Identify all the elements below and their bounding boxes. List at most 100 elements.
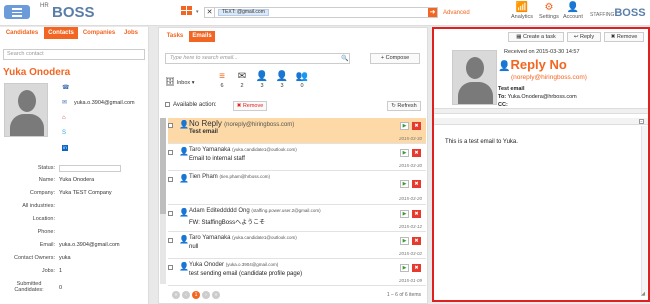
email-row[interactable]: 👤 Taro Yamanaka (yuka.candidate1@outlook… [168,145,426,171]
row-checkbox[interactable] [168,150,173,155]
hrboss-logo[interactable]: HR BOSS [40,3,95,21]
first-page-button[interactable]: « [172,291,180,299]
email-date: 2015-03-12 [398,224,422,229]
body-toolbar: − [434,118,648,125]
field-label: Submitted Candidates: [14,281,44,293]
field-value[interactable]: 1 [59,268,62,274]
delete-email-button[interactable]: ✖ [412,122,421,130]
search-filter-tag[interactable]: TEXT: @gmail.com [218,9,269,16]
delete-email-button[interactable]: ✖ [412,210,421,218]
tab-companies[interactable]: Companies [80,27,118,39]
next-page-button[interactable]: › [202,291,210,299]
splitter[interactable] [434,108,648,114]
delete-email-button[interactable]: ✖ [412,180,421,188]
refresh-button[interactable]: ↻ Refresh [387,101,421,111]
stat-contacts[interactable]: 👤 3 [274,71,290,89]
delete-email-button[interactable]: ✖ [412,149,421,157]
search-submit-button[interactable]: ➜ [428,8,437,17]
inbox-icon: 🗄 [165,77,176,86]
create-task-button[interactable]: ▦ Create a task [508,32,564,42]
avatar [4,83,48,137]
skype-icon[interactable]: S [62,130,68,136]
brand-prefix: STAFFING [590,12,615,18]
account-button[interactable]: 👤 Account [563,2,583,20]
home-icon[interactable]: ⌂ [62,115,68,121]
delete-email-button[interactable]: ✖ [412,264,421,272]
open-email-button[interactable]: ▶ [400,180,409,188]
remove-button[interactable]: ✖ Remove [233,101,267,111]
last-page-button[interactable]: » [212,291,220,299]
detail-scrollbar[interactable] [641,126,647,296]
email-icon[interactable]: ✉ [62,100,68,106]
field-value[interactable]: Yuka TEST Company [59,190,112,196]
from-address: (yuka.candidate1@outlook.com) [232,147,297,152]
analytics-button[interactable]: 📶 Analytics [511,2,533,20]
analytics-label: Analytics [511,14,534,20]
email-row[interactable]: 👤 Taro Yamanaka (yuka.candidate1@outlook… [168,233,426,259]
tab-contacts[interactable]: Contacts [44,27,78,39]
apps-grid-button[interactable] [181,6,195,18]
prev-page-button[interactable]: ‹ [182,291,190,299]
field-label: Status: [37,165,55,171]
row-checkbox[interactable] [168,123,173,128]
row-checkbox[interactable] [168,177,173,182]
settings-label: Settings [539,14,559,20]
stat-users[interactable]: 👥 0 [294,71,310,89]
collapse-icon[interactable]: − [639,119,644,124]
field-owners: Contact Owners: yuka [0,255,149,264]
tab-candidates[interactable]: Candidates [3,27,41,39]
row-checkbox[interactable] [168,238,173,243]
email-row[interactable]: 👤 Yuka Onoder (yuka.o.3904@gmail.com) te… [168,260,426,286]
status-select[interactable] [59,165,121,172]
contact-email[interactable]: yuka.o.3904@gmail.com [74,100,135,106]
email-row[interactable]: 👤 Tien Pham (tien.pham@hrboss.com) ▶ ✖ 2… [168,172,426,205]
sender-address[interactable]: (noreply@hiringboss.com) [511,74,587,81]
email-search-input[interactable]: Type here to search email... [165,53,350,64]
resize-handle-icon[interactable]: ◢ [641,291,645,297]
stat-count: 2 [240,83,244,89]
settings-button[interactable]: ⚙ Settings [539,2,559,20]
email-subject: test sending email (candidate profile pa… [189,271,303,277]
tab-emails[interactable]: Emails [189,31,215,42]
email-row[interactable]: 👤 Adam Editeddddd Ong (staffing.power.us… [168,206,426,232]
grid-dropdown-icon[interactable]: ▾ [196,9,199,15]
row-checkbox[interactable] [168,211,173,216]
reply-button[interactable]: ↩ Reply [567,32,601,42]
phone-icon[interactable]: ☎ [62,85,69,91]
linkedin-icon[interactable]: in [62,145,68,151]
page-1-button[interactable]: 1 [192,291,200,299]
select-all-checkbox[interactable] [165,102,170,107]
email-row[interactable]: 👤 No Reply (noreply@hiringboss.com) Test… [168,118,426,144]
brand-main: BOSS [614,7,646,19]
delete-email-button[interactable]: ✖ [412,237,421,245]
field-value[interactable]: 0 [59,285,62,291]
search-icon[interactable]: 🔍 [341,55,348,62]
sender-icon: 👤 [179,208,189,217]
contact-search-input[interactable]: Search contact [3,49,145,60]
email-from: Adam Editeddddd Ong (staffing.power.user… [189,208,321,214]
stat-all[interactable]: ≡ 6 [214,71,230,89]
sender-icon: 👤 [179,235,189,244]
tab-jobs[interactable]: Jobs [120,27,142,39]
detail-remove-button[interactable]: ✖ Remove [604,32,644,42]
open-email-button[interactable]: ▶ [400,122,409,130]
field-value[interactable]: yuka.o.3904@gmail.com [59,242,120,248]
compose-button[interactable]: + Compose [370,53,420,64]
inbox-dropdown[interactable]: 🗄 Inbox ▾ [165,75,203,89]
create-task-label: Create a task [523,34,556,40]
menu-button[interactable] [4,5,30,19]
clear-search-icon[interactable]: ✕ [205,8,215,17]
tab-tasks[interactable]: Tasks [163,31,187,42]
open-email-button[interactable]: ▶ [400,264,409,272]
row-checkbox[interactable] [168,265,173,270]
open-email-button[interactable]: ▶ [400,149,409,157]
open-email-button[interactable]: ▶ [400,210,409,218]
email-list-scrollbar[interactable] [160,118,166,284]
stat-candidates[interactable]: 👤 3 [254,71,270,89]
stat-count: 6 [220,83,224,89]
global-search-bar[interactable]: ✕ TEXT: @gmail.com ➜ [204,7,438,18]
stat-unread[interactable]: ✉ 2 [234,71,250,89]
advanced-search-link[interactable]: Advanced [443,10,470,16]
open-email-button[interactable]: ▶ [400,237,409,245]
envelope-icon: ✉ [237,71,247,82]
